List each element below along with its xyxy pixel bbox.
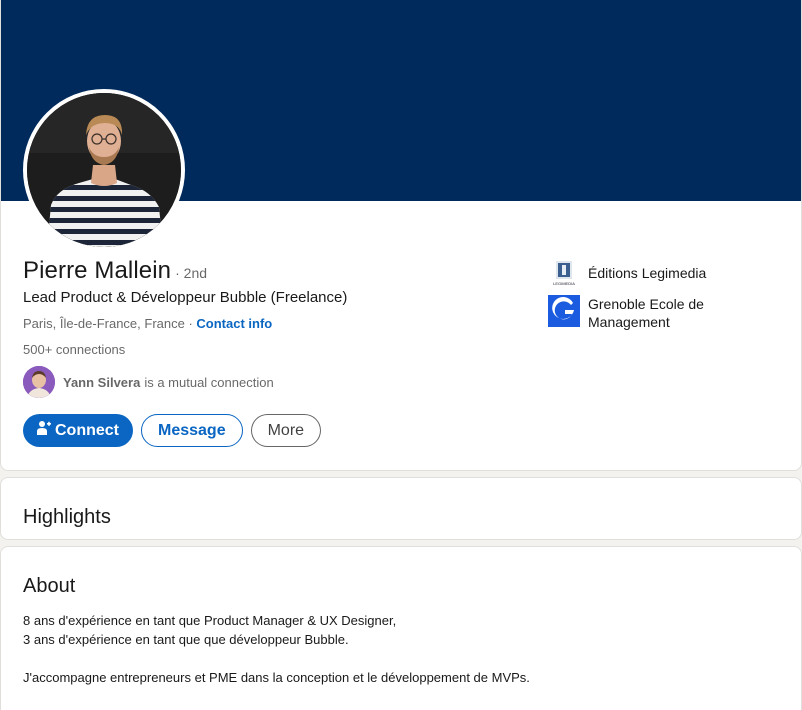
- profile-name: Pierre Mallein: [23, 257, 172, 284]
- mutual-connection-row[interactable]: Yann Silvera is a mutual connection: [23, 366, 274, 398]
- connection-degree: · 2nd: [175, 265, 208, 281]
- highlights-card: Highlights: [0, 477, 802, 540]
- profile-card: Pierre Mallein · 2nd Lead Product & Déve…: [0, 0, 802, 471]
- location-row: Paris, Île-de-France, France · Contact i…: [23, 316, 272, 331]
- about-title: About: [23, 575, 76, 597]
- message-button[interactable]: Message: [141, 414, 243, 447]
- connections-count[interactable]: 500+ connections: [23, 342, 125, 357]
- education-school-name: Grenoble Ecole de Management: [588, 296, 704, 330]
- mutual-connection-avatar: [23, 366, 55, 398]
- connect-button[interactable]: Connect: [23, 414, 133, 447]
- legimedia-logo-icon: LEGIMEDIA: [548, 257, 580, 289]
- mutual-connection-text: is a mutual connection: [144, 374, 274, 390]
- connect-label: Connect: [55, 421, 119, 439]
- highlights-title: Highlights: [23, 506, 111, 528]
- about-line-1: 8 ans d'expérience en tant que Product M…: [23, 613, 397, 628]
- profile-photo[interactable]: [23, 89, 185, 251]
- about-text: 8 ans d'expérience en tant que Product M…: [23, 611, 530, 687]
- add-person-icon: [37, 420, 51, 441]
- profile-photo-image: [27, 93, 181, 247]
- legimedia-logo-text: LEGIMEDIA: [553, 281, 575, 286]
- current-company[interactable]: LEGIMEDIA Éditions Legimedia: [548, 257, 706, 289]
- mutual-connection-name: Yann Silvera: [63, 374, 141, 390]
- profile-headline: Lead Product & Développeur Bubble (Freel…: [23, 289, 348, 306]
- current-company-name: Éditions Legimedia: [588, 265, 707, 281]
- name-row: Pierre Mallein · 2nd: [23, 257, 207, 285]
- profile-location: Paris, Île-de-France, France ·: [23, 316, 193, 331]
- profile-actions: Connect Message More: [23, 414, 322, 447]
- about-line-2: 3 ans d'expérience en tant que que dével…: [23, 632, 349, 647]
- contact-info-link[interactable]: Contact info: [196, 316, 272, 331]
- education-school[interactable]: Grenoble Ecole de Management: [548, 295, 748, 331]
- about-card: About 8 ans d'expérience en tant que Pro…: [0, 546, 802, 710]
- grenoble-logo-icon: [548, 295, 580, 327]
- about-line-3: J'accompagne entrepreneurs et PME dans l…: [23, 670, 530, 685]
- more-button[interactable]: More: [250, 414, 322, 447]
